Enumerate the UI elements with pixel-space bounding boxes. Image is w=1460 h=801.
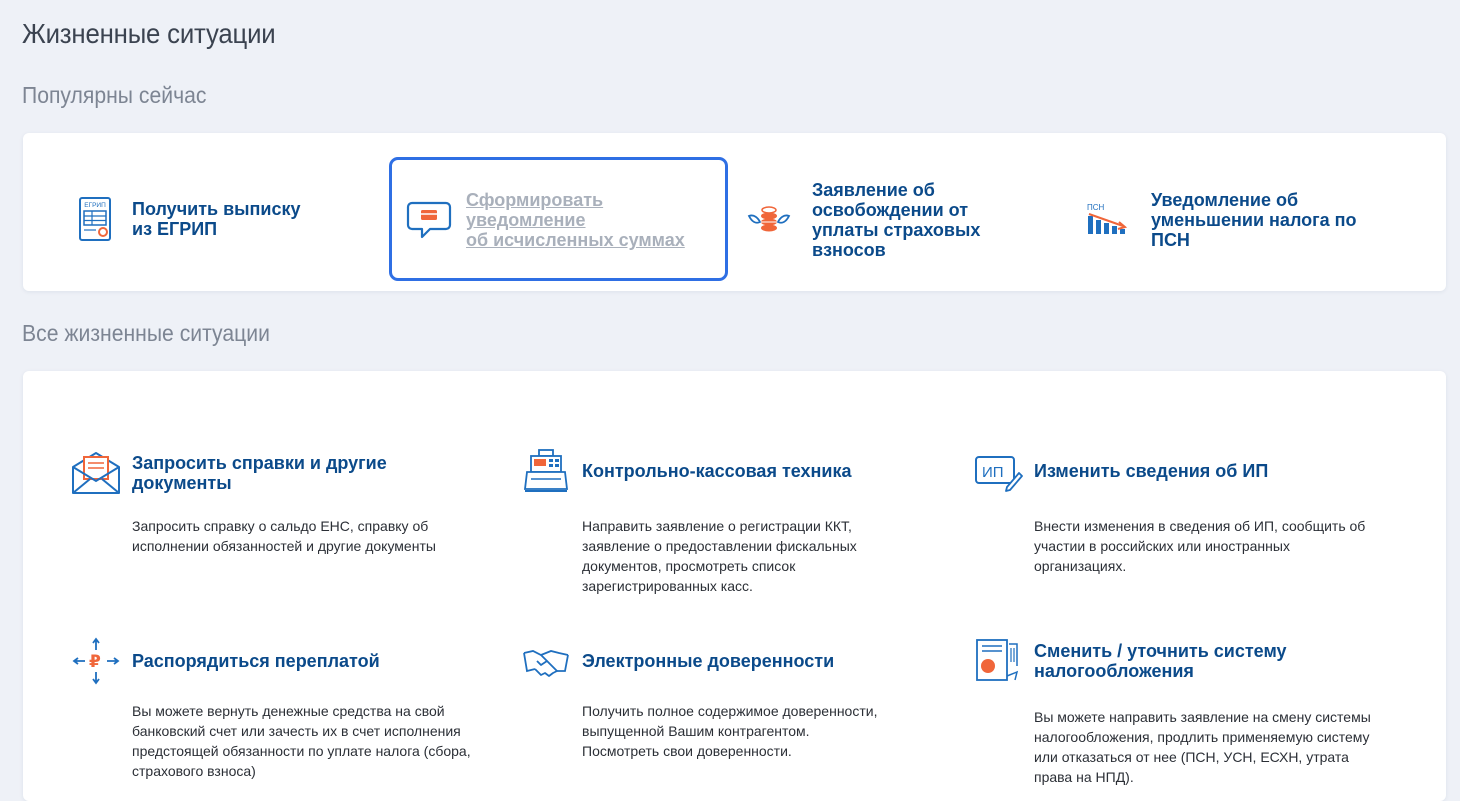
situation-title: Распорядиться переплатой	[132, 651, 380, 671]
situation-description: Вы можете направить заявление на смену с…	[1034, 709, 1371, 785]
svg-text:ПСН: ПСН	[1087, 203, 1105, 212]
psn-chart-icon: ПСН	[1083, 195, 1133, 245]
situation-overpayment[interactable]: ₽ Распорядиться переплатой Вы можете вер…	[70, 637, 471, 781]
envelope-document-icon	[70, 449, 122, 497]
situation-cash-register[interactable]: Контрольно-кассовая техника Направить за…	[520, 447, 857, 596]
ruble-arrows-icon: ₽	[70, 637, 122, 685]
section-title-popular: Популярны сейчас	[22, 82, 207, 108]
chat-notification-icon	[404, 195, 454, 245]
tax-system-document-icon	[972, 637, 1024, 685]
popular-item-label: Уведомление об уменьшении налога по ПСН	[1151, 190, 1357, 250]
situation-title: Запросить справки и другие документы	[132, 453, 387, 493]
popular-item-psn[interactable]: ПСН Уведомление об уменьшении налога по …	[1083, 190, 1357, 250]
situation-title: Электронные доверенности	[582, 651, 835, 671]
handshake-icon	[520, 637, 572, 685]
situation-description: Внести изменения в сведения об ИП, сообщ…	[1034, 518, 1366, 574]
situation-ip-info[interactable]: ИП Изменить сведения об ИП Внести измене…	[972, 447, 1365, 576]
page-title: Жизненные ситуации	[22, 18, 276, 49]
popular-item-label: Заявление об освобождении от уплаты стра…	[812, 180, 981, 260]
popular-item-exemption[interactable]: Заявление об освобождении от уплаты стра…	[744, 180, 980, 260]
situation-title: Сменить / уточнить систему налогообложен…	[1034, 641, 1287, 681]
popular-item-egrip[interactable]: ЕГРИП Получить выписку из ЕГРИП	[70, 194, 301, 244]
situation-description: Направить заявление о регистрации ККТ, з…	[582, 518, 857, 594]
popular-item-notification[interactable]: Сформировать уведомление об исчисленных …	[404, 190, 685, 250]
popular-item-label: Сформировать уведомление об исчисленных …	[466, 190, 685, 250]
popular-item-label: Получить выписку из ЕГРИП	[132, 199, 301, 239]
situation-description: Вы можете вернуть денежные средства на с…	[132, 703, 471, 779]
coins-wings-icon	[744, 195, 794, 245]
situation-description: Запросить справку о сальдо ЕНС, справку …	[132, 518, 436, 554]
section-title-all: Все жизненные ситуации	[22, 320, 270, 346]
situation-title: Контрольно-кассовая техника	[582, 461, 852, 481]
svg-text:₽: ₽	[89, 652, 101, 672]
situation-tax-system[interactable]: Сменить / уточнить систему налогообложен…	[972, 637, 1371, 787]
egrip-document-icon: ЕГРИП	[70, 194, 120, 244]
svg-text:ЕГРИП: ЕГРИП	[84, 202, 106, 209]
svg-text:ИП: ИП	[982, 464, 1004, 481]
situation-description: Получить полное содержимое доверенности,…	[582, 703, 878, 759]
ip-edit-icon: ИП	[972, 447, 1024, 495]
cash-register-icon	[520, 447, 572, 495]
situation-documents[interactable]: Запросить справки и другие документы Зап…	[70, 449, 436, 556]
situation-power-of-attorney[interactable]: Электронные доверенности Получить полное…	[520, 637, 877, 761]
situation-title: Изменить сведения об ИП	[1034, 461, 1269, 481]
